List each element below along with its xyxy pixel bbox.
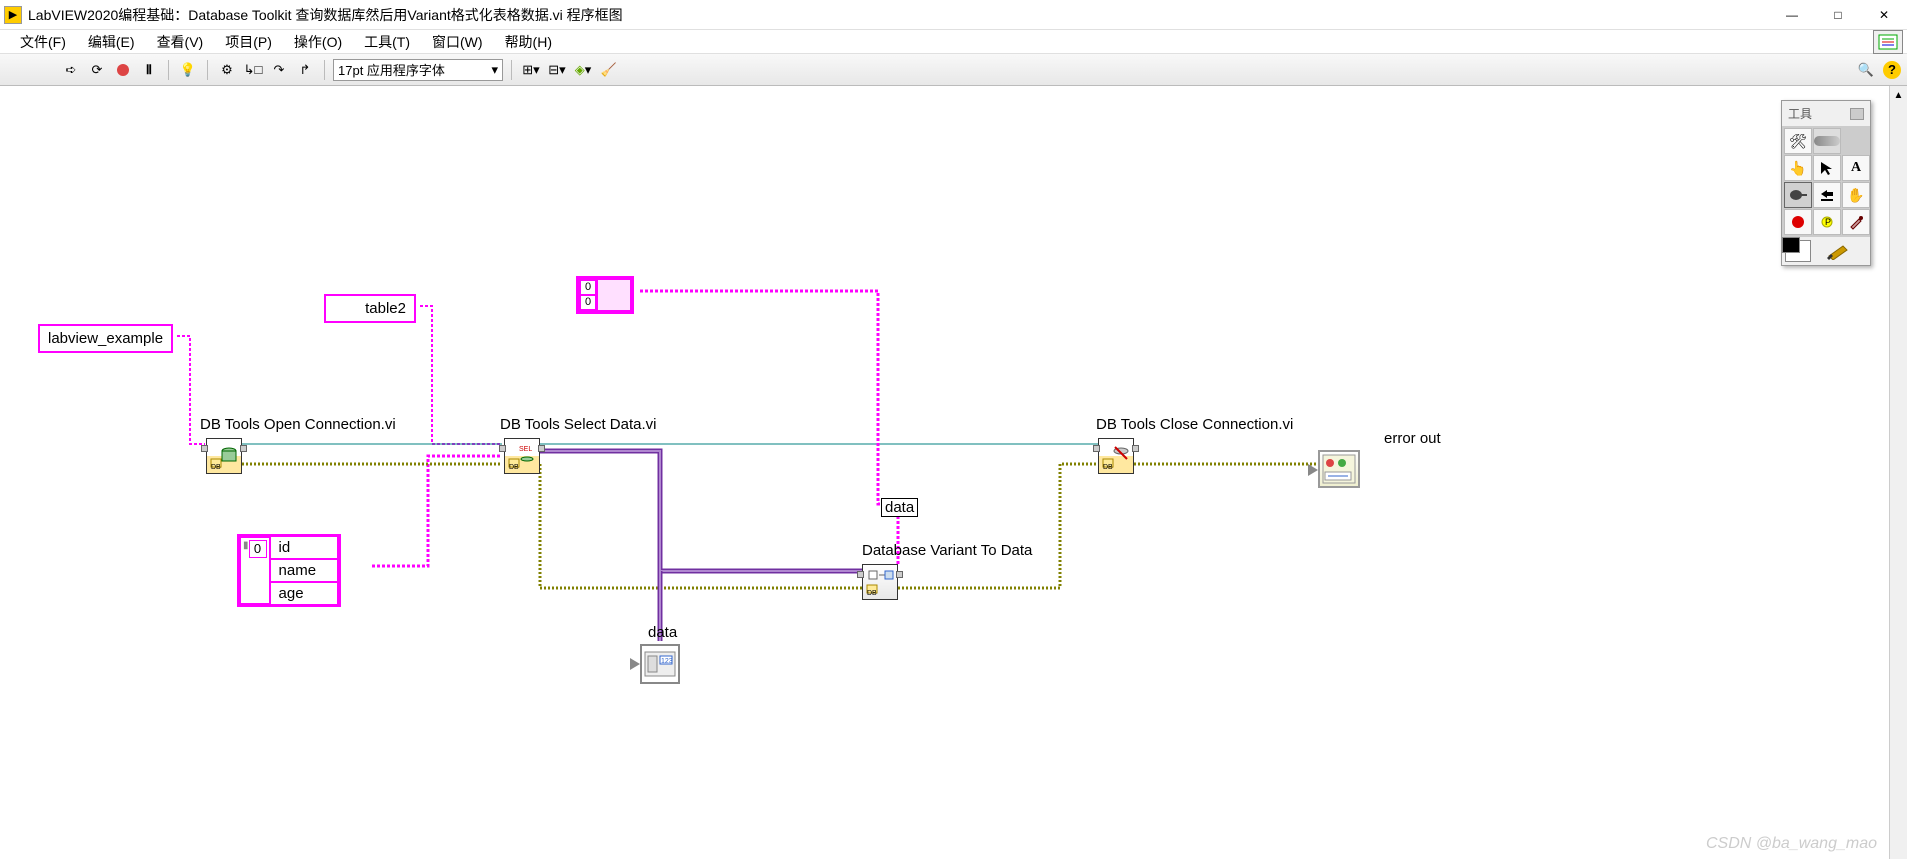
pin-icon[interactable] <box>1850 108 1864 120</box>
indicator-error-out[interactable] <box>1318 450 1360 488</box>
wires-layer <box>0 86 1560 786</box>
font-selector[interactable]: 17pt 应用程序字体 ▾ <box>333 59 503 81</box>
labview-icon: ▶ <box>4 6 22 24</box>
tool-breakpoint[interactable] <box>1784 209 1812 235</box>
label-error-out: error out <box>1384 430 1441 447</box>
tool-scroll[interactable]: ✋ <box>1842 182 1870 208</box>
tools-palette[interactable]: 工具 🛠 👆 A ✋ P <box>1781 100 1871 266</box>
string-value: table2 <box>365 300 406 317</box>
titlebar: ▶ LabVIEW2020编程基础：Database Toolkit 查询数据库… <box>0 0 1907 30</box>
menu-operate[interactable]: 操作(O) <box>284 30 352 54</box>
svg-text:DB: DB <box>211 464 221 471</box>
string-constant-connection[interactable]: labview_example <box>38 324 173 353</box>
reorder-button[interactable]: ◈▾ <box>572 59 594 81</box>
array-index-1[interactable]: 0 <box>580 295 596 310</box>
array-element-empty[interactable] <box>596 278 632 312</box>
tool-probe[interactable]: P <box>1813 209 1841 235</box>
help-button[interactable]: ? <box>1883 61 1901 79</box>
tool-color-brush[interactable] <box>1814 240 1866 262</box>
abort-button[interactable] <box>112 59 134 81</box>
menu-project[interactable]: 项目(P) <box>215 30 282 54</box>
tool-operate[interactable]: 👆 <box>1784 155 1812 181</box>
window-title: LabVIEW2020编程基础：Database Toolkit 查询数据库然后… <box>28 5 1769 25</box>
svg-text:123: 123 <box>661 658 673 665</box>
vi-label-select: DB Tools Select Data.vi <box>500 416 656 433</box>
scroll-up-icon[interactable]: ▲ <box>1890 86 1907 104</box>
array-element-2[interactable]: age <box>269 581 339 606</box>
distribute-button[interactable]: ⊟▾ <box>546 59 568 81</box>
pause-button[interactable]: Ⅱ <box>138 59 160 81</box>
menu-tools[interactable]: 工具(T) <box>354 30 420 54</box>
menu-help[interactable]: 帮助(H) <box>495 30 562 54</box>
menu-view[interactable]: 查看(V) <box>147 30 214 54</box>
svg-text:DB: DB <box>509 464 519 471</box>
tool-auto[interactable]: 🛠 <box>1784 128 1812 154</box>
array-index-0[interactable]: 0 <box>580 280 596 295</box>
tools-palette-title[interactable]: 工具 <box>1782 101 1870 126</box>
indicator-terminal-arrow <box>630 658 640 670</box>
vi-label-variant: Database Variant To Data <box>862 542 1032 559</box>
error-terminal-arrow <box>1308 464 1318 476</box>
tool-color-swatch[interactable] <box>1785 240 1811 262</box>
menu-window[interactable]: 窗口(W) <box>422 30 493 54</box>
maximize-button[interactable]: □ <box>1815 0 1861 30</box>
vi-variant-to-data[interactable]: DB <box>862 564 898 600</box>
vi-select-data[interactable]: DB SEL <box>504 438 540 474</box>
highlight-exec-button[interactable]: 💡 <box>177 59 199 81</box>
svg-text:SEL: SEL <box>519 446 532 453</box>
run-button[interactable]: ➪ <box>60 59 82 81</box>
vi-close-connection[interactable]: DB <box>1098 438 1134 474</box>
tool-text[interactable]: A <box>1842 155 1870 181</box>
step-into-button[interactable]: ↳□ <box>242 59 264 81</box>
search-button[interactable]: 🔍 <box>1855 59 1877 81</box>
vi-label-close: DB Tools Close Connection.vi <box>1096 416 1293 433</box>
array-index[interactable]: 0 <box>249 540 267 558</box>
minimize-button[interactable]: — <box>1769 0 1815 30</box>
toolbar: ➪ ⟳ Ⅱ 💡 ⚙ ↳□ ↷ ↱ 17pt 应用程序字体 ▾ ⊞▾ ⊟▾ ◈▾ … <box>0 54 1907 86</box>
vi-label-open: DB Tools Open Connection.vi <box>200 416 396 433</box>
label-data-indicator: data <box>648 624 677 641</box>
chevron-down-icon: ▾ <box>491 62 498 78</box>
vertical-scrollbar[interactable]: ▲ <box>1889 86 1907 859</box>
align-button[interactable]: ⊞▾ <box>520 59 542 81</box>
tool-position[interactable] <box>1813 155 1841 181</box>
tool-object-shortcut[interactable] <box>1813 182 1841 208</box>
run-continuous-button[interactable]: ⟳ <box>86 59 108 81</box>
tool-auto-wide[interactable] <box>1813 128 1841 154</box>
svg-text:DB: DB <box>1103 464 1113 471</box>
tool-color-copy[interactable] <box>1842 209 1870 235</box>
font-label: 17pt 应用程序字体 <box>338 60 445 79</box>
svg-text:DB: DB <box>867 590 877 597</box>
indicator-data[interactable]: 123 <box>640 644 680 684</box>
label-data-out: data <box>881 498 918 517</box>
menu-file[interactable]: 文件(F) <box>10 30 76 54</box>
menu-edit[interactable]: 编辑(E) <box>78 30 145 54</box>
tool-wire[interactable] <box>1784 182 1812 208</box>
array-element-0[interactable]: id <box>269 535 339 560</box>
watermark: CSDN @ba_wang_mao <box>1706 835 1877 853</box>
window-controls: — □ ✕ <box>1769 0 1907 30</box>
retain-wire-button[interactable]: ⚙ <box>216 59 238 81</box>
cleanup-button[interactable]: 🧹 <box>598 59 620 81</box>
string-constant-table[interactable]: table2 <box>324 294 416 323</box>
step-out-button[interactable]: ↱ <box>294 59 316 81</box>
string-value: labview_example <box>48 330 163 347</box>
step-over-button[interactable]: ↷ <box>268 59 290 81</box>
array-element-1[interactable]: name <box>269 558 339 583</box>
array-constant-columns[interactable]: ▮ 0 id name age <box>237 534 341 607</box>
menubar: 文件(F) 编辑(E) 查看(V) 项目(P) 操作(O) 工具(T) 窗口(W… <box>0 30 1907 54</box>
block-diagram-canvas[interactable]: labview_example table2 0 0 ▮ 0 id name a… <box>0 86 1889 859</box>
svg-text:P: P <box>1825 217 1831 227</box>
array-constant-2d-type[interactable]: 0 0 <box>576 276 634 314</box>
close-button[interactable]: ✕ <box>1861 0 1907 30</box>
context-help-icon[interactable] <box>1873 30 1903 54</box>
vi-open-connection[interactable]: DB <box>206 438 242 474</box>
